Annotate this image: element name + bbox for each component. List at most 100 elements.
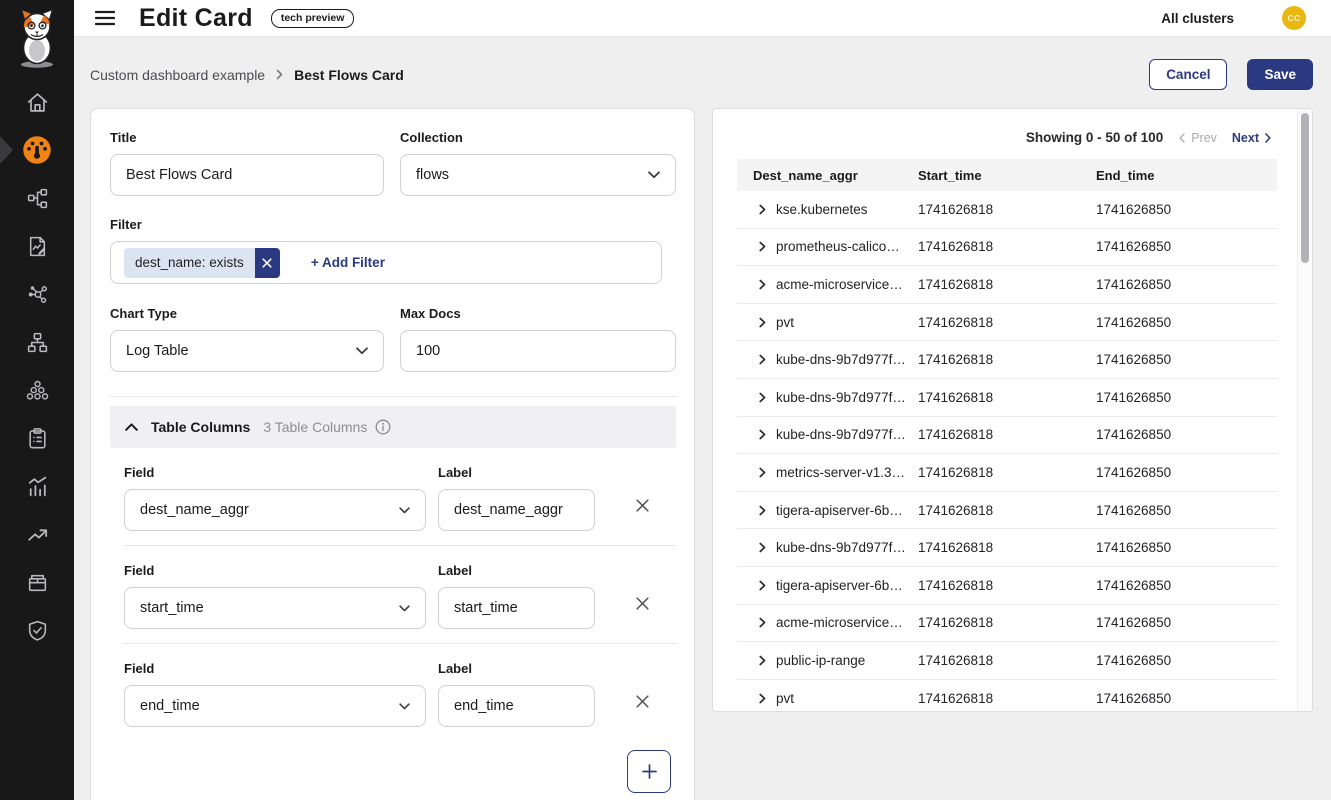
chevron-right-icon xyxy=(276,69,283,80)
cell-end-time: 1741626850 xyxy=(1096,277,1277,292)
row-expand-chevron-icon[interactable] xyxy=(759,467,766,478)
row-expand-chevron-icon[interactable] xyxy=(759,241,766,252)
max-docs-input[interactable] xyxy=(400,330,676,372)
label-input[interactable] xyxy=(438,685,595,727)
row-expand-chevron-icon[interactable] xyxy=(759,429,766,440)
table-row[interactable]: kube-dns-9b7d977f… 1741626818 1741626850 xyxy=(737,341,1277,379)
collection-field-label: Collection xyxy=(400,130,676,145)
field-select[interactable]: dest_name_aggr xyxy=(124,489,426,531)
table-row[interactable]: acme-microservice… 1741626818 1741626850 xyxy=(737,605,1277,643)
field-select[interactable]: end_time xyxy=(124,685,426,727)
sidebar-item-flow-visualizations[interactable] xyxy=(0,270,74,318)
table-row[interactable]: kube-dns-9b7d977f… 1741626818 1741626850 xyxy=(737,379,1277,417)
row-expand-chevron-icon[interactable] xyxy=(759,580,766,591)
filter-chip-text: dest_name: exists xyxy=(124,248,255,278)
cancel-button[interactable]: Cancel xyxy=(1149,59,1227,90)
filter-input[interactable]: dest_name: exists + Add Filter xyxy=(110,241,662,284)
filter-field-label: Filter xyxy=(110,217,676,232)
sidebar-item-home[interactable] xyxy=(0,78,74,126)
table-row[interactable]: tigera-apiserver-6b… 1741626818 17416268… xyxy=(737,567,1277,605)
table-columns-section-header[interactable]: Table Columns 3 Table Columns xyxy=(110,406,676,448)
sidebar-item-dashboards[interactable] xyxy=(0,126,74,174)
chart-type-select[interactable]: Log Table xyxy=(110,330,384,372)
table-row[interactable]: tigera-apiserver-6b… 1741626818 17416268… xyxy=(737,492,1277,530)
sidebar-item-reports[interactable] xyxy=(0,222,74,270)
table-row[interactable]: metrics-server-v1.3… 1741626818 17416268… xyxy=(737,454,1277,492)
row-expand-chevron-icon[interactable] xyxy=(759,617,766,628)
next-page-button[interactable]: Next xyxy=(1232,131,1271,145)
table-body: kse.kubernetes 1741626818 1741626850 pro… xyxy=(737,191,1277,712)
row-expand-chevron-icon[interactable] xyxy=(759,693,766,704)
add-filter-link[interactable]: + Add Filter xyxy=(311,255,385,270)
table-row[interactable]: kube-dns-9b7d977f… 1741626818 1741626850 xyxy=(737,417,1277,455)
cell-start-time: 1741626818 xyxy=(918,427,1096,442)
row-expand-chevron-icon[interactable] xyxy=(759,392,766,403)
info-icon[interactable] xyxy=(375,419,391,435)
sidebar-item-statistics[interactable] xyxy=(0,462,74,510)
breadcrumb-parent-link[interactable]: Custom dashboard example xyxy=(90,67,265,83)
sidebar-item-packages[interactable] xyxy=(0,558,74,606)
prev-page-button[interactable]: Prev xyxy=(1179,131,1217,145)
table-row[interactable]: acme-microservice… 1741626818 1741626850 xyxy=(737,266,1277,304)
cell-dest-name-aggr: acme-microservice… xyxy=(776,277,903,292)
row-expand-chevron-icon[interactable] xyxy=(759,354,766,365)
save-button[interactable]: Save xyxy=(1247,59,1313,90)
cluster-selector[interactable]: All clusters xyxy=(1161,11,1234,26)
cell-start-time: 1741626818 xyxy=(918,277,1096,292)
label-label: Label xyxy=(438,465,595,480)
table-row[interactable]: kse.kubernetes 1741626818 1741626850 xyxy=(737,191,1277,229)
field-select-value: dest_name_aggr xyxy=(140,502,249,518)
chevron-down-icon xyxy=(356,347,368,355)
topology-icon xyxy=(26,187,49,210)
row-expand-chevron-icon[interactable] xyxy=(759,204,766,215)
table-row[interactable]: pvt 1741626818 1741626850 xyxy=(737,304,1277,342)
sidebar-item-security[interactable] xyxy=(0,606,74,654)
label-input[interactable] xyxy=(438,587,595,629)
active-item-wedge xyxy=(0,136,13,164)
label-label: Label xyxy=(438,563,595,578)
row-expand-chevron-icon[interactable] xyxy=(759,317,766,328)
add-column-button[interactable] xyxy=(627,750,671,793)
preview-table: Dest_name_aggr Start_time End_time kse.k… xyxy=(737,159,1277,712)
label-input[interactable] xyxy=(438,489,595,531)
calico-cat-logo[interactable] xyxy=(11,5,63,71)
title-field-label: Title xyxy=(110,130,384,145)
close-icon xyxy=(262,258,272,268)
sidebar-item-policies[interactable] xyxy=(0,414,74,462)
column-header-start-time: Start_time xyxy=(918,168,1096,183)
table-row[interactable]: prometheus-calico… 1741626818 1741626850 xyxy=(737,229,1277,267)
title-input[interactable] xyxy=(110,154,384,196)
user-avatar[interactable]: CC xyxy=(1282,6,1306,30)
sidebar-item-clusters[interactable] xyxy=(0,366,74,414)
cell-end-time: 1741626850 xyxy=(1096,540,1277,555)
table-row[interactable]: pvt 1741626818 1741626850 xyxy=(737,680,1277,712)
remove-column-button[interactable] xyxy=(631,592,654,615)
field-select[interactable]: start_time xyxy=(124,587,426,629)
scrollbar-thumb[interactable] xyxy=(1301,113,1309,263)
cell-end-time: 1741626850 xyxy=(1096,239,1277,254)
hamburger-menu-icon[interactable] xyxy=(93,6,117,30)
vertical-scrollbar[interactable] xyxy=(1297,109,1312,711)
row-expand-chevron-icon[interactable] xyxy=(759,655,766,666)
sidebar-item-trends[interactable] xyxy=(0,510,74,558)
cell-dest-name-aggr: acme-microservice… xyxy=(776,615,903,630)
field-select-value: end_time xyxy=(140,698,200,714)
remove-column-button[interactable] xyxy=(631,494,654,517)
cell-dest-name-aggr: kse.kubernetes xyxy=(776,202,868,217)
row-expand-chevron-icon[interactable] xyxy=(759,505,766,516)
remove-filter-button[interactable] xyxy=(255,248,280,278)
row-expand-chevron-icon[interactable] xyxy=(759,542,766,553)
sidebar-item-service-graph[interactable] xyxy=(0,174,74,222)
table-row[interactable]: kube-dns-9b7d977f… 1741626818 1741626850 xyxy=(737,529,1277,567)
remove-column-button[interactable] xyxy=(631,690,654,713)
collection-select[interactable]: flows xyxy=(400,154,676,196)
chevron-up-icon xyxy=(125,423,138,431)
cell-dest-name-aggr: kube-dns-9b7d977f… xyxy=(776,390,906,405)
label-label: Label xyxy=(438,661,595,676)
cell-end-time: 1741626850 xyxy=(1096,427,1277,442)
table-row[interactable]: public-ip-range 1741626818 1741626850 xyxy=(737,642,1277,680)
breadcrumb: Custom dashboard example Best Flows Card… xyxy=(90,59,1313,90)
row-expand-chevron-icon[interactable] xyxy=(759,279,766,290)
box-icon xyxy=(26,571,49,594)
sidebar-item-hosts[interactable] xyxy=(0,318,74,366)
